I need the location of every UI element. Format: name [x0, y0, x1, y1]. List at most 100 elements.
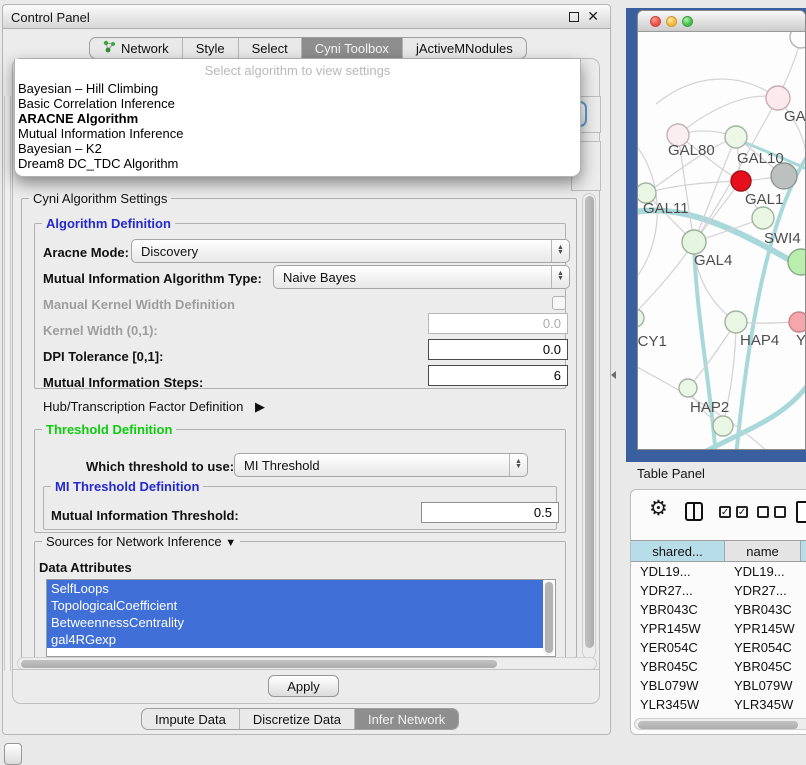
table-row[interactable]: YBR043CYBR043C — [631, 600, 806, 619]
mi-steps-label: Mutual Information Steps: — [43, 375, 203, 390]
mi-algorithm-type-label: Mutual Information Algorithm Type: — [43, 271, 262, 286]
table-row[interactable]: YPR145WYPR145W9. — [631, 619, 806, 638]
mi-algorithm-type-value: Naive Bayes — [274, 266, 551, 288]
algorithm-popup-item[interactable]: Dream8 DC_TDC Algorithm — [15, 156, 580, 171]
tab-network-label: Network — [121, 41, 169, 56]
data-attribute-item[interactable]: SelfLoops — [47, 580, 543, 597]
manual-kernel-width-label: Manual Kernel Width Definition — [43, 297, 235, 312]
data-attribute-item[interactable]: gal4RGexp — [47, 631, 543, 648]
data-attribute-item[interactable]: BetweennessCentrality — [47, 614, 543, 631]
node-label: GAL80 — [668, 142, 715, 159]
aracne-mode-select[interactable]: Discovery ▲▼ — [131, 239, 570, 263]
document-icon[interactable] — [796, 501, 806, 523]
close-icon[interactable]: ✕ — [587, 8, 599, 25]
table-row[interactable]: YBL079WYBL079W — [631, 676, 806, 695]
apply-button[interactable]: Apply — [268, 675, 339, 697]
mi-steps-field[interactable]: 6 — [428, 365, 568, 386]
table-cell: 9. — [801, 659, 806, 674]
split-columns-icon[interactable] — [685, 502, 703, 521]
table-cell: YLR345W — [725, 697, 801, 712]
network-window-titlebar[interactable] — [638, 11, 805, 32]
tab-infer-network[interactable]: Infer Network — [354, 709, 458, 729]
table-row[interactable]: YLR345WYLR345W9. — [631, 695, 806, 714]
table-cell: YBR045C — [725, 659, 801, 674]
network-view-frame: GAL GAL80 GAL10 GAL1 GAL11 SWI4 GAL4 GCY… — [626, 8, 806, 462]
table-cell: YBR045C — [631, 659, 725, 674]
table-row[interactable]: YER054CYER054C8. — [631, 638, 806, 657]
node-label: GAL10 — [737, 150, 784, 167]
algorithm-popup-item[interactable]: Basic Correlation Inference — [15, 96, 580, 111]
tab-style[interactable]: Style — [182, 38, 238, 58]
table-cell: YBL079W — [631, 678, 725, 693]
node-label: GAL — [784, 108, 806, 125]
node-gcy1[interactable] — [638, 309, 644, 327]
table-row[interactable]: YBR045CYBR045C9. — [631, 657, 806, 676]
tab-impute-data[interactable]: Impute Data — [142, 709, 239, 729]
node-gal4[interactable] — [682, 230, 706, 254]
tab-jactivemnodules-label: jActiveMNodules — [416, 41, 513, 56]
unchecked-checkbox-icon[interactable] — [757, 506, 769, 518]
node-bright-green[interactable] — [788, 249, 806, 275]
control-panel-window: Control Panel ✕ Network — [2, 4, 611, 735]
data-attribute-item[interactable]: TopologicalCoefficient — [47, 597, 543, 614]
node-label: Y — [796, 332, 806, 349]
column-header-name[interactable]: name — [725, 541, 801, 561]
node-gal10[interactable] — [725, 126, 747, 148]
gear-icon[interactable]: ⚙ — [649, 499, 668, 519]
cyni-algorithm-settings-title: Cyni Algorithm Settings — [29, 191, 171, 206]
node-partial-top[interactable] — [790, 32, 806, 48]
mi-steps-value: 6 — [554, 368, 561, 383]
node-pink-top[interactable] — [766, 86, 790, 110]
table-cell: YDL19... — [631, 564, 725, 579]
tab-discretize-data[interactable]: Discretize Data — [239, 709, 354, 729]
splitter-collapse-icon[interactable] — [611, 371, 616, 379]
tab-select[interactable]: Select — [238, 38, 301, 58]
tab-network[interactable]: Network — [90, 38, 182, 58]
float-window-icon[interactable] — [569, 12, 579, 22]
table-cell: YBL079W — [725, 678, 801, 693]
checked-checkbox-icon[interactable]: ✓ — [719, 506, 731, 518]
node-label: GAL11 — [643, 200, 689, 217]
dpi-tolerance-field[interactable]: 0.0 — [428, 339, 568, 360]
threshold-definition-title: Threshold Definition — [42, 422, 176, 437]
zoom-traffic-light-icon[interactable] — [682, 16, 693, 27]
data-attributes-list[interactable]: SelfLoopsTopologicalCoefficientBetweenne… — [46, 579, 556, 657]
tab-jactivemnodules[interactable]: jActiveMNodules — [402, 38, 526, 58]
table-row[interactable]: YDL19...YDL19...13 — [631, 562, 806, 581]
kernel-width-field[interactable]: 0.0 — [428, 313, 568, 334]
attributes-scrollbar[interactable] — [543, 581, 554, 655]
mi-algorithm-type-select[interactable]: Naive Bayes ▲▼ — [273, 265, 570, 289]
manual-kernel-width-checkbox[interactable] — [552, 296, 566, 310]
algorithm-popup-item[interactable]: Bayesian – K2 — [15, 141, 580, 156]
node-gal1-red[interactable] — [731, 171, 751, 191]
settings-vertical-scrollbar[interactable] — [582, 193, 596, 659]
stepper-arrows-icon: ▲▼ — [509, 454, 527, 476]
which-threshold-select[interactable]: MI Threshold ▲▼ — [234, 453, 528, 477]
sources-group-title[interactable]: Sources for Network Inference ▼ — [42, 534, 240, 549]
node-bottom[interactable] — [713, 416, 733, 436]
close-traffic-light-icon[interactable] — [650, 16, 661, 27]
left-scroll-gutter[interactable] — [4, 96, 11, 671]
algorithm-popup-item[interactable]: Bayesian – Hill Climbing — [15, 81, 580, 96]
dpi-tolerance-value: 0.0 — [543, 342, 561, 357]
algorithm-popup-item[interactable]: Mutual Information Inference — [15, 126, 580, 141]
tab-discretize-data-label: Discretize Data — [253, 712, 341, 727]
node-hap4[interactable] — [725, 311, 747, 333]
network-canvas[interactable]: GAL GAL80 GAL10 GAL1 GAL11 SWI4 GAL4 GCY… — [638, 32, 806, 450]
column-header-partial[interactable] — [801, 541, 806, 561]
minimize-traffic-light-icon[interactable] — [666, 16, 677, 27]
node-hap2[interactable] — [679, 379, 697, 397]
checked-checkbox-icon[interactable]: ✓ — [736, 506, 748, 518]
table-row[interactable]: YDR27...YDR27...12 — [631, 581, 806, 600]
mi-threshold-field[interactable]: 0.5 — [421, 502, 559, 523]
node-label: HAP2 — [690, 399, 729, 416]
node-salmon[interactable] — [789, 312, 806, 332]
column-header-shared-name[interactable]: shared... — [631, 541, 725, 561]
table-horizontal-scrollbar[interactable] — [634, 718, 806, 730]
node-swi4[interactable] — [752, 207, 774, 229]
algorithm-popup-item[interactable]: ARACNE Algorithm — [15, 111, 580, 126]
unchecked-checkbox-icon[interactable] — [774, 506, 786, 518]
tab-cyni-toolbox[interactable]: Cyni Toolbox — [301, 38, 402, 58]
table-cell: YPR145W — [725, 621, 801, 636]
hub-definition-expander[interactable]: Hub/Transcription Factor Definition ▶ — [43, 399, 265, 415]
